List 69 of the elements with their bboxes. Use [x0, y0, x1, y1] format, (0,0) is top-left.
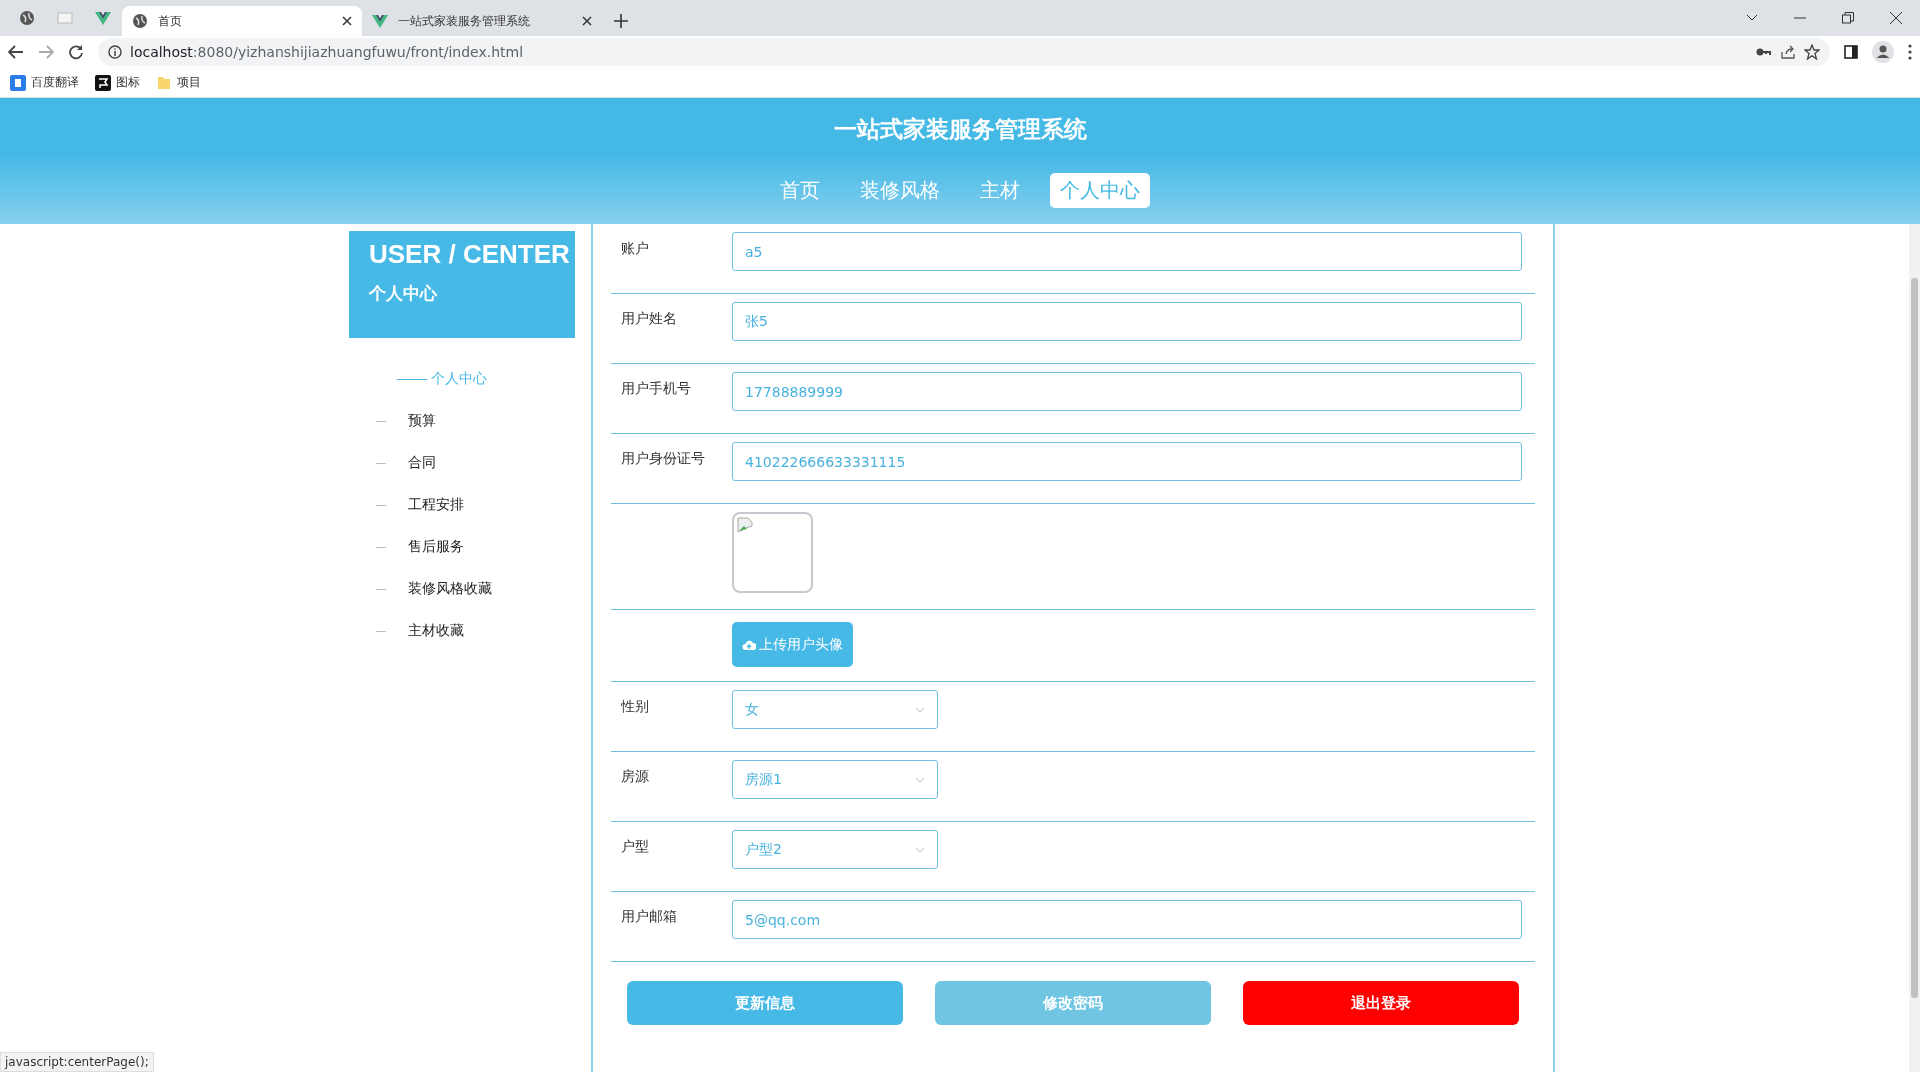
site-title: 一站式家装服务管理系统 [833, 115, 1087, 144]
sidebar-subheading: 个人中心 [369, 282, 438, 305]
cloud-upload-icon [742, 638, 756, 651]
select-field[interactable]: 房源1 [732, 760, 938, 799]
flag-icon [95, 74, 111, 91]
sidebar-item[interactable]: 个人中心 [349, 368, 575, 390]
field-label: 用户身份证号 [621, 449, 706, 468]
globe-icon [19, 10, 35, 26]
url-text: localhost:8080/yizhanshijiazhuangfuwu/front/index.html [130, 44, 524, 60]
bookmark[interactable]: 图标 [95, 74, 140, 91]
chevron-down-icon[interactable] [1746, 14, 1758, 22]
sidebar-heading: USER / CENTER [369, 239, 571, 270]
field-label: 性别 [621, 697, 650, 716]
share-icon[interactable] [1780, 44, 1796, 60]
input-field[interactable]: a5 [732, 232, 1522, 271]
status-bar: javascript:centerPage(); [0, 1052, 154, 1072]
scrollbar[interactable] [1909, 224, 1920, 1072]
field-label: 房源 [621, 767, 650, 786]
info-icon [108, 45, 122, 59]
field-label: 用户姓名 [621, 309, 678, 328]
field-label: 用户手机号 [621, 379, 692, 398]
input-field[interactable]: 5@qq.com [732, 900, 1522, 939]
field-label: 账户 [621, 239, 650, 258]
back-icon[interactable] [8, 45, 24, 59]
select-field[interactable]: 女 [732, 690, 938, 729]
close-icon[interactable] [342, 16, 352, 26]
bookmark[interactable]: 百度翻译 [10, 74, 79, 91]
profile-icon[interactable] [1872, 41, 1894, 63]
new-tab-icon[interactable] [614, 14, 628, 28]
restore-icon[interactable] [1842, 12, 1854, 24]
v-logo-icon [95, 10, 111, 26]
globe-icon [132, 13, 148, 29]
close-icon[interactable] [582, 16, 592, 26]
select-field[interactable]: 户型2 [732, 830, 938, 869]
page-icon [57, 10, 73, 26]
side-panel-icon[interactable] [1844, 45, 1858, 59]
sidebar-item[interactable]: 预算 [349, 410, 575, 432]
sidebar-item[interactable]: 主材收藏 [349, 620, 575, 642]
upload-button[interactable]: 上传用户头像 [732, 622, 853, 667]
star-icon[interactable] [1804, 44, 1820, 60]
sidebar-item[interactable]: 合同 [349, 452, 575, 474]
action-button[interactable]: 更新信息 [627, 981, 903, 1025]
v-logo-icon [372, 13, 388, 29]
more-icon[interactable] [1908, 44, 1912, 60]
browser-tab[interactable]: 首页 [122, 6, 362, 36]
input-field[interactable]: 410222666633331115 [732, 442, 1522, 481]
field-label: 户型 [621, 837, 650, 856]
translate-icon [10, 74, 26, 91]
field-label: 用户邮箱 [621, 907, 678, 926]
action-button[interactable]: 修改密码 [935, 981, 1211, 1025]
reload-icon[interactable] [68, 44, 84, 60]
address-bar[interactable]: localhost:8080/yizhanshijiazhuangfuwu/front/index.html [98, 38, 1830, 66]
sidebar-item[interactable]: 工程安排 [349, 494, 575, 516]
nav-link[interactable]: 首页 [770, 173, 830, 208]
sidebar-item[interactable]: 装修风格收藏 [349, 578, 575, 600]
input-field[interactable]: 张5 [732, 302, 1522, 341]
nav-link[interactable]: 个人中心 [1050, 173, 1150, 208]
scrollbar-thumb[interactable] [1911, 278, 1918, 998]
input-field[interactable]: 17788889999 [732, 372, 1522, 411]
broken-image-icon [737, 517, 753, 533]
key-icon[interactable] [1756, 47, 1772, 57]
close-icon[interactable] [1890, 12, 1902, 24]
folder-icon [156, 74, 172, 91]
bookmark[interactable]: 项目 [156, 74, 201, 91]
browser-tab[interactable]: 一站式家装服务管理系统 [362, 6, 602, 36]
action-button[interactable]: 退出登录 [1243, 981, 1519, 1025]
nav-link[interactable]: 主材 [970, 173, 1030, 208]
nav-link[interactable]: 装修风格 [850, 173, 950, 208]
sidebar-item[interactable]: 售后服务 [349, 536, 575, 558]
